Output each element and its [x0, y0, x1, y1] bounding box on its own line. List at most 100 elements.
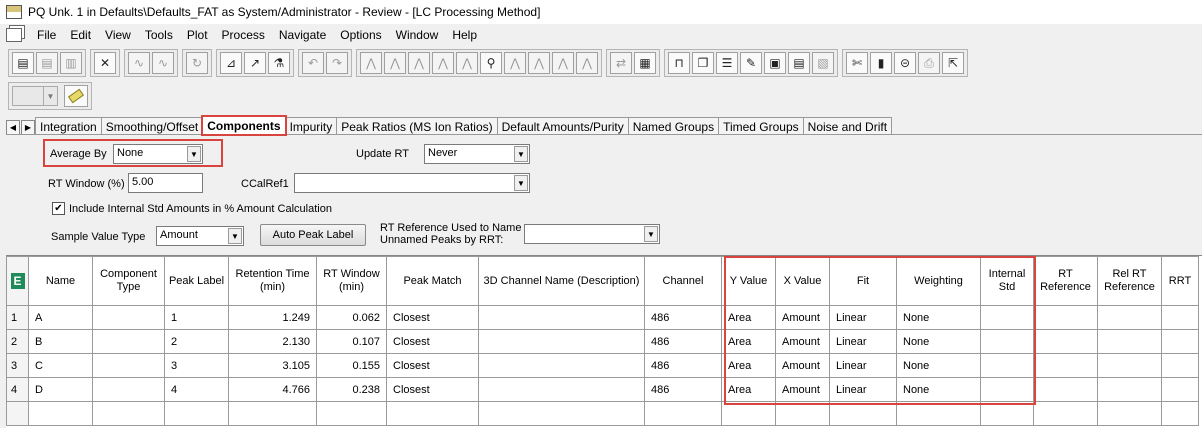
table-cell[interactable]: Amount [775, 353, 830, 378]
table-cell[interactable] [92, 353, 165, 378]
tab-integration[interactable]: Integration [35, 117, 102, 135]
table-cell[interactable]: C [28, 353, 93, 378]
table-cell[interactable] [1033, 329, 1098, 354]
tab-default-amounts[interactable]: Default Amounts/Purity [496, 117, 629, 135]
row-number[interactable]: 3 [6, 353, 29, 378]
table-cell[interactable] [1097, 401, 1162, 426]
menu-view[interactable]: View [98, 25, 138, 45]
rt-reference-select[interactable]: ▼ [524, 224, 660, 244]
table-cell[interactable]: 486 [644, 353, 722, 378]
tab-timed-groups[interactable]: Timed Groups [718, 117, 804, 135]
table-cell[interactable]: 2.130 [228, 329, 317, 354]
menu-options[interactable]: Options [333, 25, 388, 45]
col-component-type[interactable]: Component Type [92, 256, 165, 306]
table-cell[interactable]: 0.107 [316, 329, 387, 354]
menu-edit[interactable]: Edit [63, 25, 98, 45]
table-cell[interactable]: 486 [644, 305, 722, 330]
table-cell[interactable]: 4.766 [228, 377, 317, 402]
peak-icon[interactable]: ⋀ [360, 52, 382, 74]
table-cell[interactable]: Closest [386, 377, 479, 402]
view5-icon[interactable]: ▣ [764, 52, 786, 74]
table-cell[interactable]: Linear [829, 377, 897, 402]
table-cell[interactable]: Linear [829, 353, 897, 378]
col-y-value[interactable]: Y Value [721, 256, 776, 306]
table-cell[interactable] [1161, 353, 1199, 378]
export-icon[interactable]: ⇱ [942, 52, 964, 74]
average-by-select[interactable]: None ▼ [113, 144, 203, 164]
table-cell[interactable]: Amount [775, 329, 830, 354]
vial-icon[interactable]: ▮ [870, 52, 892, 74]
table-cell[interactable]: Linear [829, 329, 897, 354]
table-cell[interactable] [478, 401, 645, 426]
view4-icon[interactable]: ✎ [740, 52, 762, 74]
menu-plot[interactable]: Plot [180, 25, 215, 45]
peak6-icon[interactable]: ⚲ [480, 52, 502, 74]
printer2-icon[interactable]: ⎙ [918, 52, 940, 74]
table-cell[interactable]: A [28, 305, 93, 330]
tab-noise-drift[interactable]: Noise and Drift [802, 117, 893, 135]
table-cell[interactable] [92, 329, 165, 354]
compare-icon[interactable]: ⇄ [610, 52, 632, 74]
table-cell[interactable] [721, 401, 776, 426]
integrate-icon[interactable]: ∿ [152, 52, 174, 74]
table-row-empty[interactable] [6, 401, 1199, 426]
view6-icon[interactable]: ▤ [788, 52, 810, 74]
row-number[interactable]: 2 [6, 329, 29, 354]
peak3-icon[interactable]: ⋀ [408, 52, 430, 74]
col-x-value[interactable]: X Value [775, 256, 830, 306]
sample-value-type-select[interactable]: Amount ▼ [156, 226, 244, 246]
table-cell[interactable] [1161, 329, 1199, 354]
table-cell[interactable]: B [28, 329, 93, 354]
table-cell[interactable] [478, 353, 645, 378]
table-cell[interactable]: Amount [775, 377, 830, 402]
col-internal-std[interactable]: Internal Std [980, 256, 1034, 306]
peak7-icon[interactable]: ⋀ [504, 52, 526, 74]
peak4-icon[interactable]: ⋀ [432, 52, 454, 74]
table-cell[interactable] [775, 401, 830, 426]
save-method-icon[interactable]: ▤ [36, 52, 58, 74]
redo-icon[interactable]: ↷ [326, 52, 348, 74]
menu-process[interactable]: Process [215, 25, 272, 45]
table-cell[interactable]: 3.105 [228, 353, 317, 378]
col-peak-label[interactable]: Peak Label [164, 256, 229, 306]
table-cell[interactable] [228, 401, 317, 426]
table-cell[interactable]: Linear [829, 305, 897, 330]
table-cell[interactable]: 3 [164, 353, 229, 378]
quantitate-icon[interactable]: ↗ [244, 52, 266, 74]
table-cell[interactable] [92, 377, 165, 402]
col-rt-window[interactable]: RT Window (min) [316, 256, 387, 306]
row-number[interactable]: 4 [6, 377, 29, 402]
table-cell[interactable] [1033, 377, 1098, 402]
col-name[interactable]: Name [28, 256, 93, 306]
tab-peak-ratios[interactable]: Peak Ratios (MS Ion Ratios) [336, 117, 498, 135]
peak9-icon[interactable]: ⋀ [552, 52, 574, 74]
tools-icon[interactable]: ✕ [94, 52, 116, 74]
table-cell[interactable]: None [896, 377, 981, 402]
peak2-icon[interactable]: ⋀ [384, 52, 406, 74]
ccalref-select[interactable]: ▼ [294, 173, 530, 193]
table-cell[interactable] [478, 377, 645, 402]
table-cell[interactable]: Area [721, 305, 776, 330]
tab-named-groups[interactable]: Named Groups [627, 117, 720, 135]
table-cell[interactable]: Amount [775, 305, 830, 330]
table-cell[interactable] [829, 401, 897, 426]
table-cell[interactable]: 1.249 [228, 305, 317, 330]
table-cell[interactable] [896, 401, 981, 426]
chart-icon[interactable]: ▦ [634, 52, 656, 74]
table-cell[interactable] [316, 401, 387, 426]
table-cell[interactable] [478, 329, 645, 354]
table-row[interactable]: 3 C 3 3.105 0.155 Closest 486 Area Amount Linear N… [6, 353, 1199, 378]
disk-icon[interactable]: ⊝ [894, 52, 916, 74]
view3-icon[interactable]: ☰ [716, 52, 738, 74]
table-cell[interactable] [1033, 353, 1098, 378]
table-cell[interactable] [28, 401, 93, 426]
col-peak-match[interactable]: Peak Match [386, 256, 479, 306]
table-cell[interactable]: 486 [644, 377, 722, 402]
peak8-icon[interactable]: ⋀ [528, 52, 550, 74]
table-row[interactable]: 4 D 4 4.766 0.238 Closest 486 Area Amount Linear N… [6, 377, 1199, 402]
tab-scroll-right-icon[interactable]: ▶ [21, 120, 35, 135]
include-internal-checkbox[interactable]: ✔ [52, 202, 65, 215]
document-icon[interactable] [6, 28, 22, 42]
tab-smoothing-offset[interactable]: Smoothing/Offset [100, 117, 204, 135]
menu-navigate[interactable]: Navigate [272, 25, 333, 45]
